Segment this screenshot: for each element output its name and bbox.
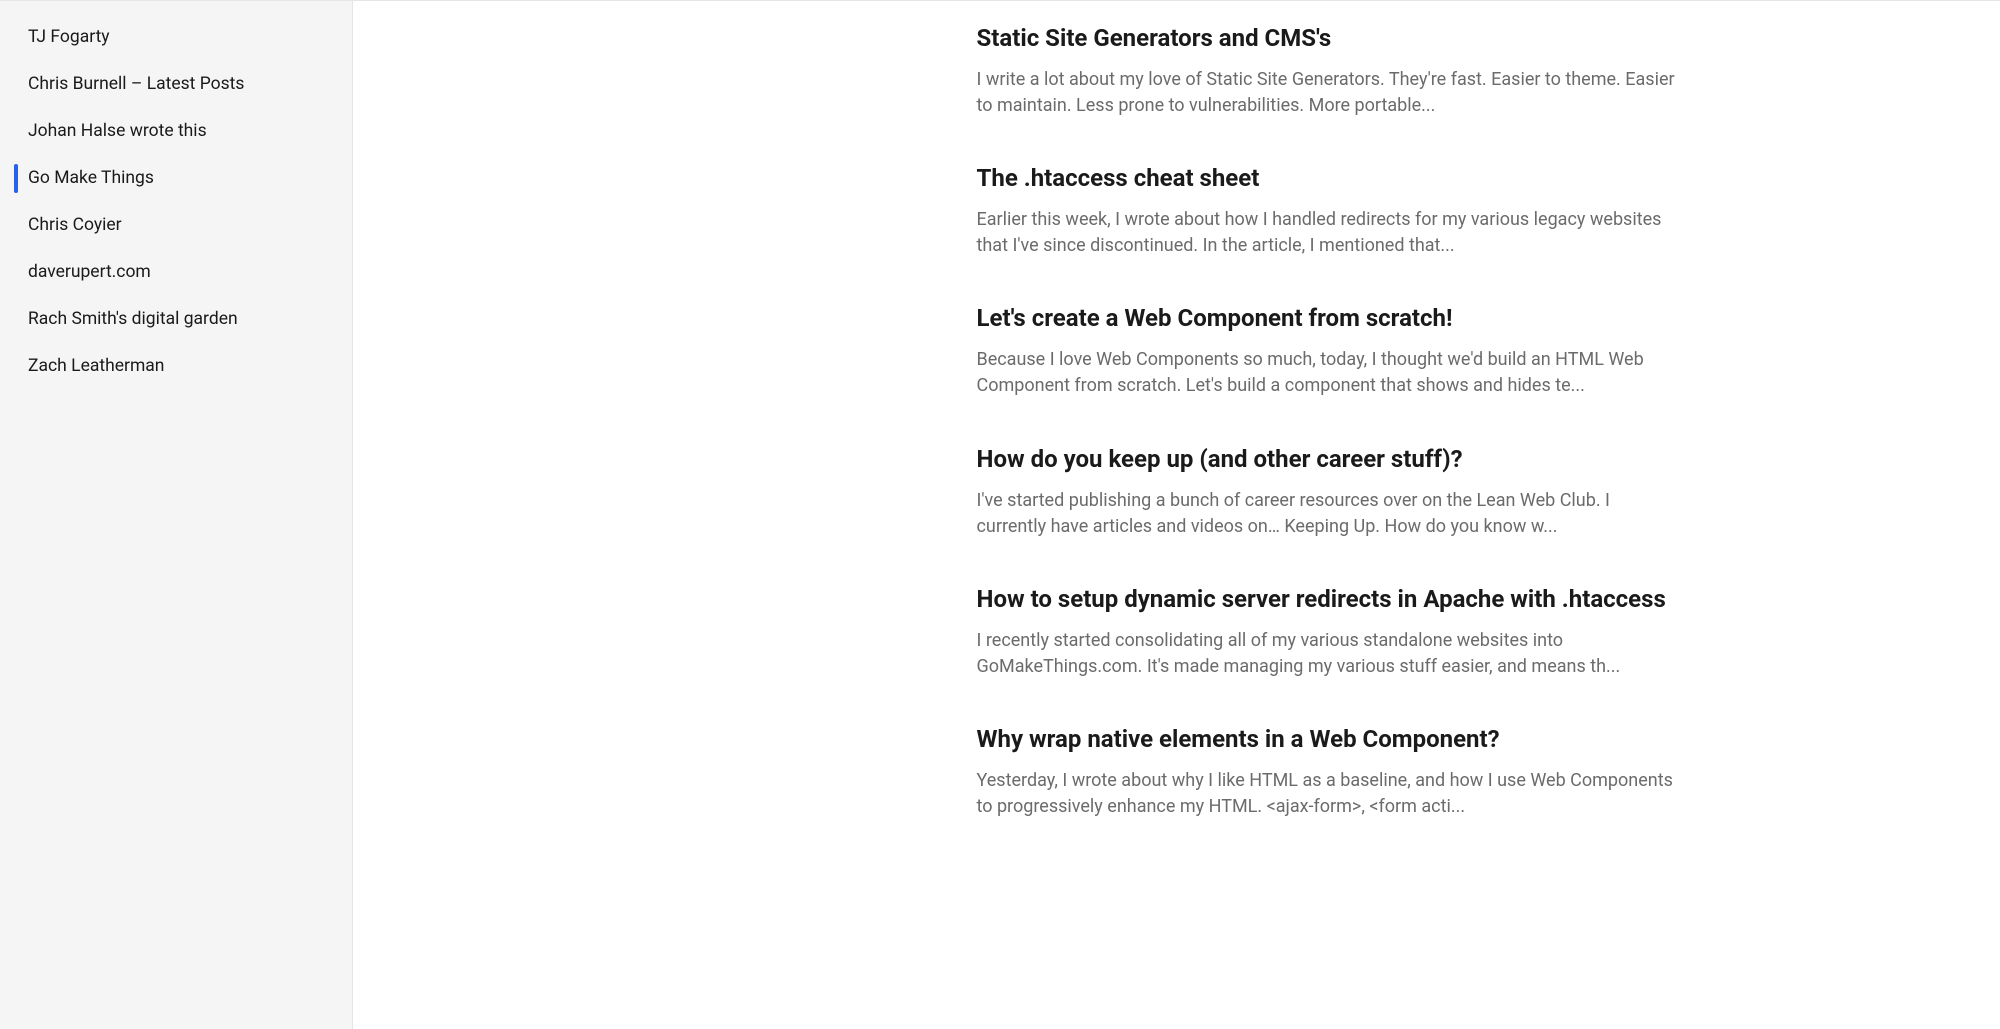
sidebar-item-label: TJ Fogarty xyxy=(28,27,110,47)
article-title: The .htaccess cheat sheet xyxy=(977,163,1677,193)
sidebar-item-label: Chris Coyier xyxy=(28,215,122,235)
article-item[interactable]: The .htaccess cheat sheet Earlier this w… xyxy=(977,163,1677,259)
article-title: Static Site Generators and CMS's xyxy=(977,23,1677,53)
article-excerpt: I write a lot about my love of Static Si… xyxy=(977,67,1677,119)
app-container: TJ Fogarty Chris Burnell – Latest Posts … xyxy=(0,0,2000,1029)
article-excerpt: I've started publishing a bunch of caree… xyxy=(977,488,1677,540)
article-excerpt: Yesterday, I wrote about why I like HTML… xyxy=(977,768,1677,820)
sidebar-item-johan-halse[interactable]: Johan Halse wrote this xyxy=(0,113,352,150)
article-item[interactable]: Why wrap native elements in a Web Compon… xyxy=(977,724,1677,820)
article-title: Why wrap native elements in a Web Compon… xyxy=(977,724,1677,754)
sidebar-item-label: Chris Burnell – Latest Posts xyxy=(28,74,244,94)
article-title: Let's create a Web Component from scratc… xyxy=(977,303,1677,333)
articles-container: Static Site Generators and CMS's I write… xyxy=(937,1,1717,1029)
article-excerpt: I recently started consolidating all of … xyxy=(977,628,1677,680)
sidebar-item-label: Go Make Things xyxy=(28,168,154,188)
main-content: Static Site Generators and CMS's I write… xyxy=(353,1,2000,1029)
sidebar-item-daverupert[interactable]: daverupert.com xyxy=(0,254,352,291)
article-title: How to setup dynamic server redirects in… xyxy=(977,584,1677,614)
sidebar-item-rach-smith[interactable]: Rach Smith's digital garden xyxy=(0,301,352,338)
article-title: How do you keep up (and other career stu… xyxy=(977,444,1677,474)
sidebar-item-label: Johan Halse wrote this xyxy=(28,121,207,141)
sidebar-item-chris-burnell[interactable]: Chris Burnell – Latest Posts xyxy=(0,66,352,103)
sidebar-item-go-make-things[interactable]: Go Make Things xyxy=(0,160,352,197)
article-item[interactable]: How do you keep up (and other career stu… xyxy=(977,444,1677,540)
sidebar-item-label: daverupert.com xyxy=(28,262,151,282)
sidebar: TJ Fogarty Chris Burnell – Latest Posts … xyxy=(0,1,353,1029)
article-item[interactable]: How to setup dynamic server redirects in… xyxy=(977,584,1677,680)
sidebar-item-label: Rach Smith's digital garden xyxy=(28,309,238,329)
sidebar-item-tj-fogarty[interactable]: TJ Fogarty xyxy=(0,19,352,56)
sidebar-item-chris-coyier[interactable]: Chris Coyier xyxy=(0,207,352,244)
article-excerpt: Earlier this week, I wrote about how I h… xyxy=(977,207,1677,259)
article-excerpt: Because I love Web Components so much, t… xyxy=(977,347,1677,399)
sidebar-item-label: Zach Leatherman xyxy=(28,356,164,376)
article-item[interactable]: Static Site Generators and CMS's I write… xyxy=(977,23,1677,119)
article-item[interactable]: Let's create a Web Component from scratc… xyxy=(977,303,1677,399)
sidebar-item-zach-leatherman[interactable]: Zach Leatherman xyxy=(0,348,352,385)
